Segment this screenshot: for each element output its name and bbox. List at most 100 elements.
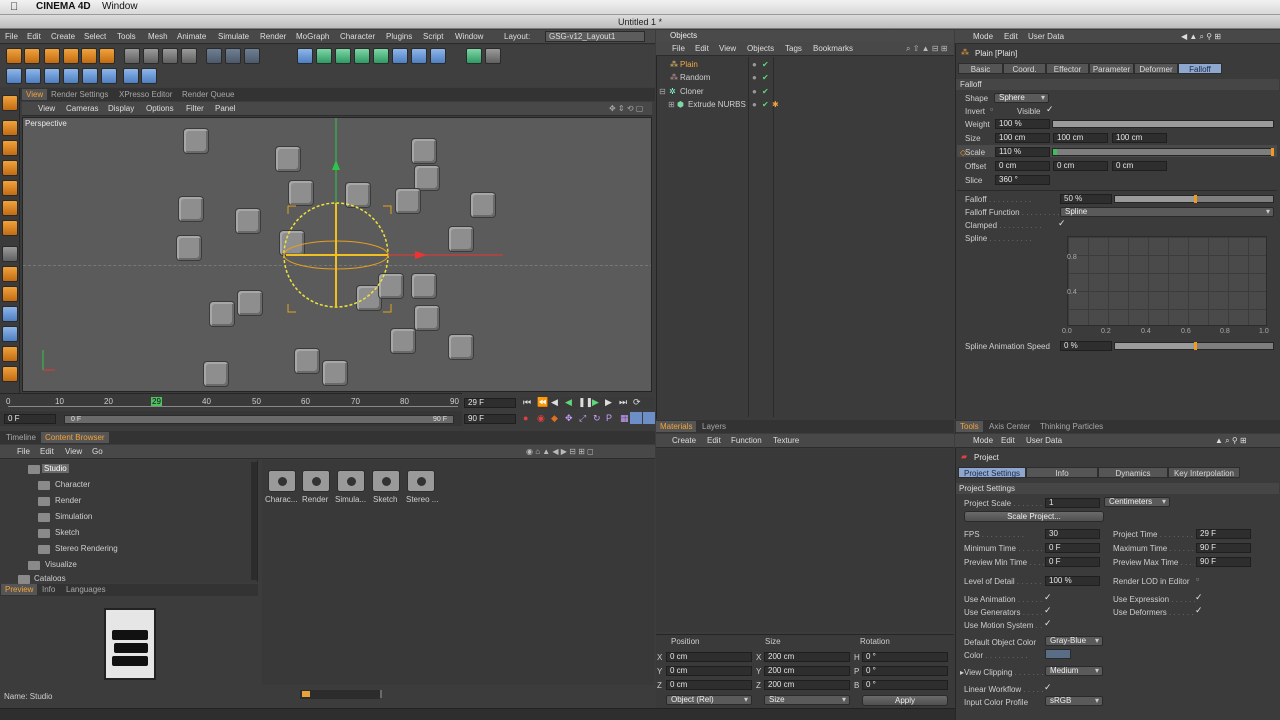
live-select-icon[interactable] <box>44 48 60 64</box>
spline-graph[interactable] <box>1067 236 1267 326</box>
menu-file[interactable]: File <box>5 32 18 41</box>
enable-check-icon[interactable]: ✔ <box>762 98 769 111</box>
pause-icon[interactable]: ❚❚ <box>578 397 593 408</box>
mode-texture-icon[interactable] <box>44 68 60 84</box>
use-generators-checkbox[interactable]: ✓ <box>1044 605 1052 616</box>
proj-tab-dynamics[interactable]: Dynamics <box>1098 467 1168 478</box>
scene-icon[interactable] <box>392 48 408 64</box>
item-label[interactable]: Stereo ... <box>406 495 438 504</box>
tree-character[interactable]: Character <box>55 480 90 489</box>
proj-tab-settings[interactable]: Project Settings <box>958 467 1026 478</box>
array-icon[interactable] <box>354 48 370 64</box>
shape-dropdown[interactable]: Sphere <box>994 93 1049 103</box>
go-start-icon[interactable]: ⏮ <box>523 397 531 408</box>
spline-speed-slider[interactable] <box>1114 342 1274 350</box>
min-time-field[interactable]: 0 F <box>1045 543 1100 553</box>
tool-paint-icon[interactable] <box>2 326 18 342</box>
vp-menu-panel[interactable]: Panel <box>215 104 235 113</box>
menu-tools[interactable]: Tools <box>117 32 136 41</box>
weight-slider[interactable] <box>1052 120 1274 128</box>
menu-select[interactable]: Select <box>84 32 106 41</box>
browser-menu-file[interactable]: File <box>17 447 30 456</box>
scale-project-button[interactable]: Scale Project... <box>964 511 1104 522</box>
object-row-cloner[interactable]: ⊟ ✲ Cloner ● ✔ <box>658 85 954 98</box>
menu-window[interactable]: Window <box>455 32 483 41</box>
mode-points-icon[interactable] <box>82 68 98 84</box>
expand-icon[interactable]: ⊞ <box>668 98 675 111</box>
pos-y-field[interactable]: 0 cm <box>666 666 752 676</box>
visible-checkbox[interactable]: ✓ <box>1046 104 1054 115</box>
browser-menu-go[interactable]: Go <box>92 447 103 456</box>
app-menu[interactable]: CINEMA 4D <box>36 1 91 12</box>
obj-menu-objects[interactable]: Objects <box>747 44 774 53</box>
max-time-field[interactable]: 90 F <box>1196 543 1251 553</box>
tool-edges-icon[interactable] <box>2 180 18 196</box>
tool-grid-icon[interactable] <box>2 366 18 382</box>
obj-menu-edit[interactable]: Edit <box>695 44 709 53</box>
cube-icon[interactable] <box>297 48 313 64</box>
key-rot-icon[interactable]: ↻ <box>593 413 601 424</box>
mode-polygons-icon[interactable] <box>123 68 139 84</box>
falloff-field[interactable]: 50 % <box>1060 194 1112 204</box>
layout-dropdown[interactable]: GSG-v12_Layout1 <box>545 31 645 42</box>
proj-nav-icon[interactable]: ▲ ⌕ ⚲ ⊞ <box>1215 436 1247 446</box>
rot-h-field[interactable]: 0 ° <box>862 652 948 662</box>
obj-menu-tags[interactable]: Tags <box>785 44 802 53</box>
slice-field[interactable]: 360 ° <box>995 175 1050 185</box>
tool-points-icon[interactable] <box>2 160 18 176</box>
enable-check-icon[interactable]: ✔ <box>762 71 769 84</box>
key-scale-icon[interactable]: ⤢ <box>579 413 586 424</box>
item-label[interactable]: Charac... <box>265 495 297 504</box>
visibility-dot-icon[interactable]: ● <box>752 85 757 98</box>
tab-view[interactable]: View <box>22 89 48 100</box>
object-name[interactable]: Extrude NURBS <box>688 98 746 111</box>
tool-polys-icon[interactable] <box>2 200 18 216</box>
offset-x-field[interactable]: 0 cm <box>995 161 1050 171</box>
visibility-dot-icon[interactable]: ● <box>752 98 757 111</box>
size-x-field[interactable]: 200 cm <box>764 652 850 662</box>
rot-b-field[interactable]: 0 ° <box>862 680 948 690</box>
use-deformers-checkbox[interactable]: ✓ <box>1195 605 1203 616</box>
tool-lock-icon[interactable] <box>2 286 18 302</box>
coordinate-system-icon[interactable] <box>181 48 197 64</box>
falloff-function-dropdown[interactable]: Spline <box>1060 207 1274 217</box>
vp-menu-view[interactable]: View <box>38 104 55 113</box>
scale-icon[interactable] <box>81 48 97 64</box>
proj-tab-key-interpolation[interactable]: Key Interpolation <box>1168 467 1240 478</box>
attr-tab-deformer[interactable]: Deformer <box>1134 63 1178 74</box>
x-axis-icon[interactable] <box>124 48 140 64</box>
tab-preview[interactable]: Preview <box>1 584 38 595</box>
y-axis-icon[interactable] <box>143 48 159 64</box>
prev-frame-icon[interactable]: ◀ <box>551 397 558 408</box>
mat-menu-edit[interactable]: Edit <box>707 436 721 445</box>
browser-nav-icon[interactable]: ◉ ⌂ ▲ ◀ ▶ ⊟ ⊞ ◻ <box>526 447 594 456</box>
proj-tab-info[interactable]: Info <box>1026 467 1098 478</box>
thumb-size-slider[interactable] <box>300 690 380 699</box>
enable-check-icon[interactable]: ✔ <box>762 85 769 98</box>
visibility-dot-icon[interactable]: ● <box>752 71 757 84</box>
tab-tools[interactable]: Tools <box>956 421 983 432</box>
timeline-ruler[interactable]: 0 10 20 29 40 50 60 70 80 90 <box>0 393 462 410</box>
attr-tab-basic[interactable]: Basic <box>958 63 1003 74</box>
attr-tab-parameter[interactable]: Parameter <box>1089 63 1134 74</box>
playhead[interactable]: 29 <box>151 397 162 406</box>
browser-menu-edit[interactable]: Edit <box>40 447 54 456</box>
attr-tab-falloff[interactable]: Falloff <box>1178 63 1222 74</box>
tree-simulation[interactable]: Simulation <box>55 512 92 521</box>
apply-button[interactable]: Apply <box>862 695 948 706</box>
obj-menu-view[interactable]: View <box>719 44 736 53</box>
item-label[interactable]: Simula... <box>335 495 366 504</box>
use-animation-checkbox[interactable]: ✓ <box>1044 592 1052 603</box>
enable-check-icon[interactable]: ✔ <box>762 58 769 71</box>
use-expression-checkbox[interactable]: ✓ <box>1195 592 1203 603</box>
tab-xpresso-editor[interactable]: XPresso Editor <box>115 89 177 100</box>
object-name[interactable]: Cloner <box>680 85 704 98</box>
viewport[interactable]: Perspective <box>22 117 652 392</box>
move-icon[interactable] <box>63 48 79 64</box>
preview-min-field[interactable]: 0 F <box>1045 557 1100 567</box>
apple-icon[interactable]:  <box>10 1 18 13</box>
visibility-dot-icon[interactable]: ● <box>752 58 757 71</box>
view-clipping-dropdown[interactable]: Medium <box>1045 666 1103 676</box>
render-settings-icon[interactable] <box>244 48 260 64</box>
item-label[interactable]: Render <box>302 495 328 504</box>
